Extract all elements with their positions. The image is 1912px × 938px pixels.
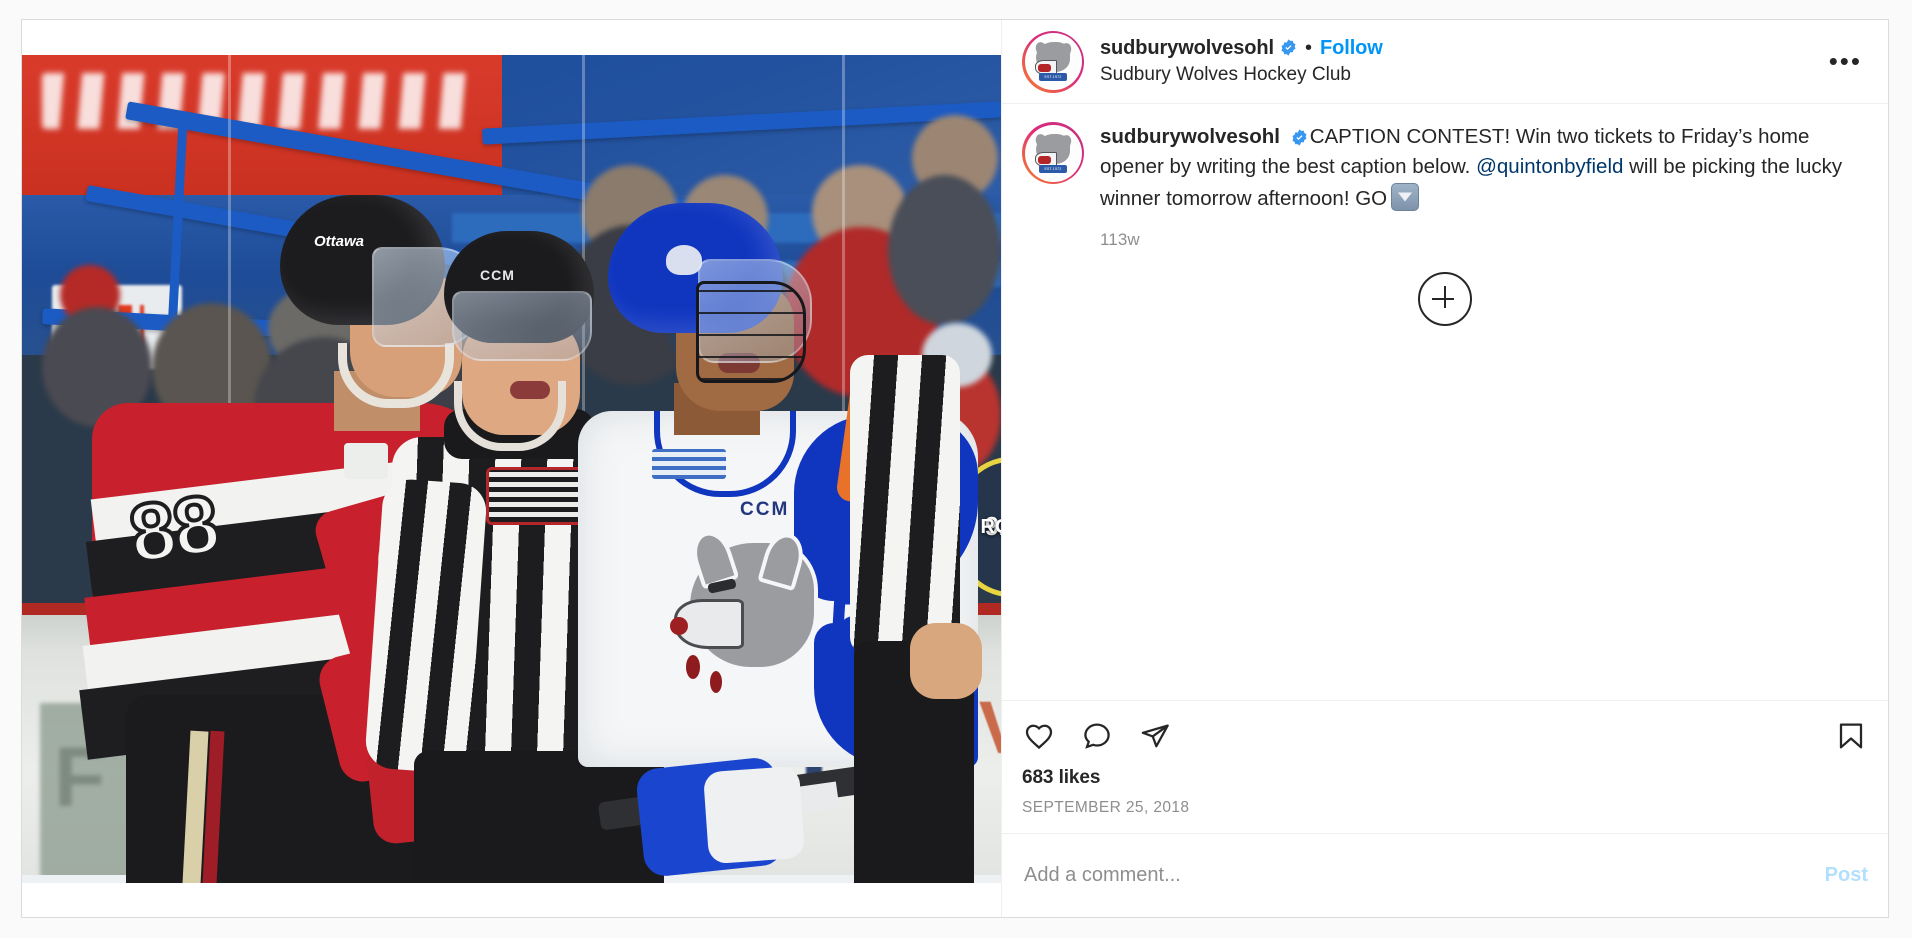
caption-avatar[interactable]: EST.1972 bbox=[1022, 122, 1084, 184]
red-jersey-number: 88 bbox=[122, 476, 225, 582]
caption-mention[interactable]: @quintonbyfield bbox=[1476, 155, 1623, 178]
post-username[interactable]: sudburywolvesohl bbox=[1100, 37, 1274, 59]
avatar-inner: EST.1972 bbox=[1024, 33, 1082, 90]
avatar-banner: EST.1972 bbox=[1039, 164, 1067, 173]
share-icon[interactable] bbox=[1138, 719, 1172, 753]
caption-timestamp: 113w bbox=[1100, 229, 1140, 249]
helmet-logo bbox=[666, 245, 702, 275]
helmet-visor bbox=[452, 291, 592, 361]
comment-icon[interactable] bbox=[1080, 719, 1114, 753]
avatar-banner: EST.1972 bbox=[1039, 73, 1067, 81]
wolves-logo-nose bbox=[670, 617, 688, 635]
avatar-ring: EST.1972 bbox=[1022, 122, 1084, 184]
avatar-wolves-logo: EST.1972 bbox=[1026, 35, 1080, 88]
wolves-logo-accent bbox=[710, 671, 722, 693]
post-date: SEPTEMBER 25, 2018 bbox=[1022, 799, 1190, 816]
post-comment-button[interactable]: Post bbox=[1825, 864, 1868, 887]
caption-row: EST.1972 sudburywolvesohl CAPTION CONTES… bbox=[1022, 122, 1868, 250]
post-media-column: F SERVE 92.7 ROCK 92.7 ROCK 92.7 ROCK bbox=[22, 20, 1001, 917]
post-header-line: sudburywolvesohl • Follow bbox=[1100, 37, 1819, 59]
post-photo[interactable]: F SERVE 92.7 ROCK 92.7 ROCK 92.7 ROCK bbox=[22, 55, 1001, 883]
avatar-banner-text: EST.1972 bbox=[1044, 75, 1062, 79]
post-actions: 683 likes SEPTEMBER 25, 2018 bbox=[1002, 700, 1888, 833]
add-comment-bar: Post bbox=[1002, 833, 1888, 917]
post-header: EST.1972 sudburywolvesohl • Follow Sudbu… bbox=[1002, 20, 1888, 104]
follow-button[interactable]: Follow bbox=[1320, 37, 1383, 59]
linesman bbox=[835, 355, 1000, 883]
bookmark-icon[interactable] bbox=[1834, 719, 1868, 753]
heart-icon[interactable] bbox=[1022, 719, 1056, 753]
likes-count[interactable]: 683 likes bbox=[1022, 767, 1868, 789]
verified-badge-icon bbox=[1280, 39, 1297, 56]
caption-username[interactable]: sudburywolvesohl bbox=[1100, 125, 1280, 148]
banner-ad-text bbox=[42, 73, 472, 129]
load-more-comments-button[interactable] bbox=[1418, 271, 1472, 326]
linesman-hand bbox=[910, 623, 982, 699]
jersey-brand-label: CCM bbox=[740, 499, 790, 520]
header-separator: • bbox=[1305, 36, 1313, 59]
down-arrow-emoji-icon bbox=[1391, 182, 1420, 211]
avatar-inner: EST.1972 bbox=[1024, 124, 1082, 182]
helmet-brand-label: Ottawa bbox=[314, 233, 365, 250]
instagram-post-card: F SERVE 92.7 ROCK 92.7 ROCK 92.7 ROCK bbox=[21, 19, 1889, 918]
post-sidebar: EST.1972 sudburywolvesohl • Follow Sudbu… bbox=[1001, 20, 1888, 917]
load-more-comments-wrap bbox=[1022, 250, 1868, 352]
avatar[interactable]: EST.1972 bbox=[1022, 30, 1084, 93]
helmet-cage bbox=[696, 281, 806, 383]
caption-text: sudburywolvesohl CAPTION CONTEST! Win tw… bbox=[1100, 122, 1868, 214]
verified-badge-icon bbox=[1291, 129, 1308, 146]
hockey-glove bbox=[702, 765, 806, 865]
more-options-icon[interactable]: ••• bbox=[1819, 48, 1872, 74]
wolves-logo-accent bbox=[686, 655, 700, 679]
post-header-text: sudburywolvesohl • Follow Sudbury Wolves… bbox=[1100, 37, 1819, 87]
wolf-mouth-icon bbox=[1037, 64, 1051, 72]
caption-body: sudburywolvesohl CAPTION CONTEST! Win tw… bbox=[1100, 122, 1868, 250]
wolf-mouth-icon bbox=[1037, 155, 1051, 164]
jersey-shoulder-patch bbox=[344, 443, 388, 479]
linesman-striped-jersey bbox=[850, 355, 960, 655]
caption-section: EST.1972 sudburywolvesohl CAPTION CONTES… bbox=[1002, 104, 1888, 358]
post-display-name: Sudbury Wolves Hockey Club bbox=[1100, 63, 1351, 85]
comment-input[interactable] bbox=[1022, 863, 1825, 888]
ohl-patch bbox=[652, 449, 726, 479]
avatar-banner-text: EST.1972 bbox=[1044, 166, 1062, 171]
referee-arm bbox=[364, 477, 488, 775]
referee-helmet-brand: CCM bbox=[480, 267, 515, 283]
actions-row bbox=[1022, 715, 1868, 755]
avatar-wolves-logo: EST.1972 bbox=[1026, 126, 1080, 180]
